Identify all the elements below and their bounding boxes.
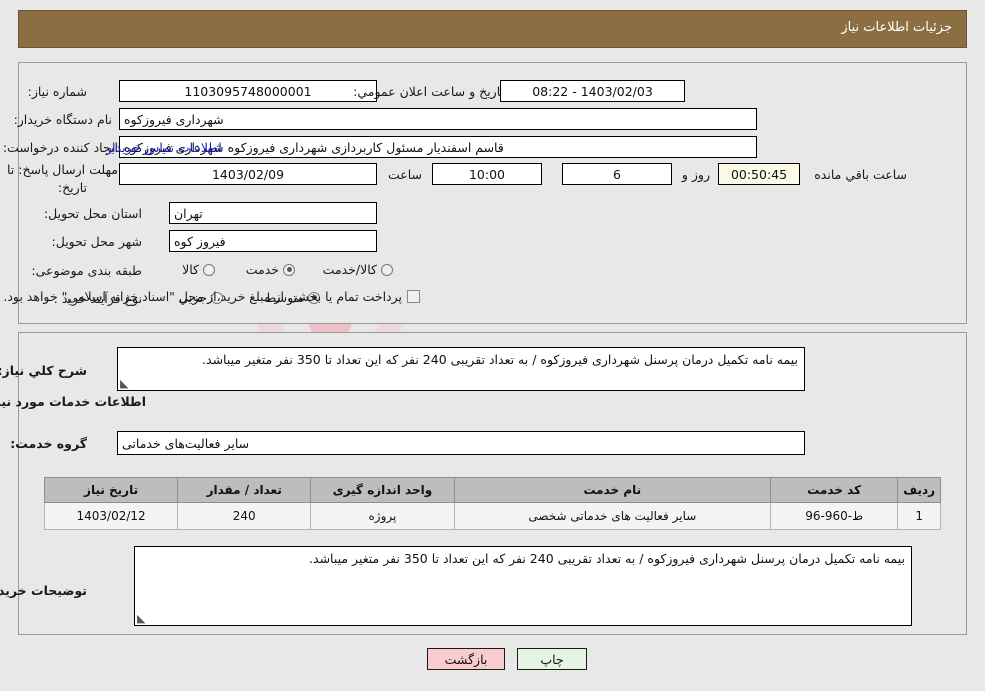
buyer-contact-link[interactable]: اطلاعات تماس خریدار [106, 140, 222, 155]
deadline-label-line1: مهلت ارسال پاسخ: تا [7, 162, 118, 177]
deadline-time-field: 10:00 [432, 163, 542, 185]
page-root: AriaTender.net V جزئیات اطلاعات نیاز شما… [0, 0, 985, 691]
print-button[interactable]: چاپ [517, 648, 587, 670]
days-remaining-field: 6 [562, 163, 672, 185]
table-header-row: ردیف کد خدمت نام خدمت واحد اندازه گیری ت… [43, 477, 941, 503]
general-desc-textarea[interactable]: بیمه نامه تکمیل درمان پرسنل شهرداری فیرو… [117, 347, 805, 391]
category-radio-khedmat[interactable]: خدمت [246, 262, 295, 277]
category-radio-kala[interactable]: کالا [182, 262, 215, 277]
radio-circle-kala-khedmat[interactable] [381, 263, 393, 276]
category-radio-kala-label: کالا [182, 262, 199, 277]
general-desc-label: شرح کلي نیاز: [0, 363, 87, 378]
city-label: شهر محل تحویل: [51, 234, 142, 249]
resize-grip-icon-notes[interactable]: ◢ [137, 612, 147, 625]
city-field: فیروز کوه [169, 230, 377, 252]
category-radio-kala-khedmat[interactable]: کالا/خدمت [323, 262, 393, 277]
window-title-bar: جزئیات اطلاعات نیاز [18, 10, 967, 48]
back-button[interactable]: بازگشت [427, 648, 505, 670]
announce-datetime-label: تاریخ و ساعت اعلان عمومي: [353, 84, 504, 99]
radio-circle-khedmat[interactable] [283, 263, 295, 276]
category-radio-khedmat-label: خدمت [245, 262, 279, 277]
need-number-field: 1103095748000001 [119, 80, 377, 102]
buyer-notes-text: بیمه نامه تکمیل درمان پرسنل شهرداری فیرو… [309, 551, 905, 566]
cell-need-date: 1403/02/12 [43, 502, 179, 530]
th-unit: واحد اندازه گیری [310, 477, 455, 503]
general-desc-text: بیمه نامه تکمیل درمان پرسنل شهرداری فیرو… [202, 352, 798, 367]
buyer-notes-label: توضیحات خریدار: [0, 583, 87, 598]
service-group-field: سایر فعالیت‌های خدماتی [117, 431, 805, 455]
remaining-suffix-label: ساعت باقي مانده [814, 167, 907, 182]
treasury-bond-checkbox-group[interactable]: پرداخت تمام یا بخشی از مبلغ خرید،از محل … [3, 289, 420, 304]
need-number-label: شماره نیاز: [27, 84, 87, 99]
th-service-name: نام خدمت [453, 477, 772, 503]
resize-grip-icon[interactable]: ◢ [120, 377, 130, 390]
services-info-heading: اطلاعات خدمات مورد نیاز [0, 394, 146, 409]
province-label: استان محل تحویل: [43, 206, 142, 221]
th-need-date: تاریخ نیاز [43, 477, 179, 503]
radio-circle-kala[interactable] [203, 263, 215, 276]
cell-service-name: سایر فعالیت های خدماتی شخصی [453, 502, 772, 530]
hour-label: ساعت [387, 167, 422, 182]
announce-datetime-field: 1403/02/03 - 08:22 [500, 80, 685, 102]
buyer-org-field: شهرداری فیروزکوه [119, 108, 757, 130]
buyer-notes-textarea[interactable]: بیمه نامه تکمیل درمان پرسنل شهرداری فیرو… [134, 546, 912, 626]
page-title: جزئیات اطلاعات نیاز [841, 20, 952, 35]
th-service-code: کد خدمت [770, 477, 899, 503]
th-quantity: تعداد / مقدار [177, 477, 312, 503]
th-row-no: ردیف [897, 477, 941, 503]
buyer-org-label: نام دستگاه خریدار: [13, 112, 112, 127]
deadline-date-field: 1403/02/09 [119, 163, 377, 185]
deadline-label-line2: تاریخ: [57, 180, 87, 195]
services-table: ردیف کد خدمت نام خدمت واحد اندازه گیری ت… [43, 477, 941, 530]
category-radio-kala-khedmat-label: کالا/خدمت [322, 262, 377, 277]
countdown-timer-field: 00:50:45 [718, 163, 800, 185]
table-row: 1 ط-960-96 سایر فعالیت های خدماتی شخصی پ… [43, 502, 941, 530]
cell-row-no: 1 [897, 502, 941, 530]
province-field: تهران [169, 202, 377, 224]
treasury-bond-label: پرداخت تمام یا بخشی از مبلغ خرید،از محل … [3, 289, 402, 304]
cell-service-code: ط-960-96 [770, 502, 899, 530]
service-group-label: گروه خدمت: [10, 436, 87, 451]
category-label: طبقه بندی موضوعی: [31, 263, 142, 278]
cell-quantity: 240 [177, 502, 312, 530]
treasury-bond-checkbox[interactable] [407, 290, 420, 303]
days-word-label: روز و [681, 167, 710, 182]
cell-unit: پروژه [310, 502, 455, 530]
request-creator-label: ایجاد کننده درخواست: [2, 140, 118, 155]
